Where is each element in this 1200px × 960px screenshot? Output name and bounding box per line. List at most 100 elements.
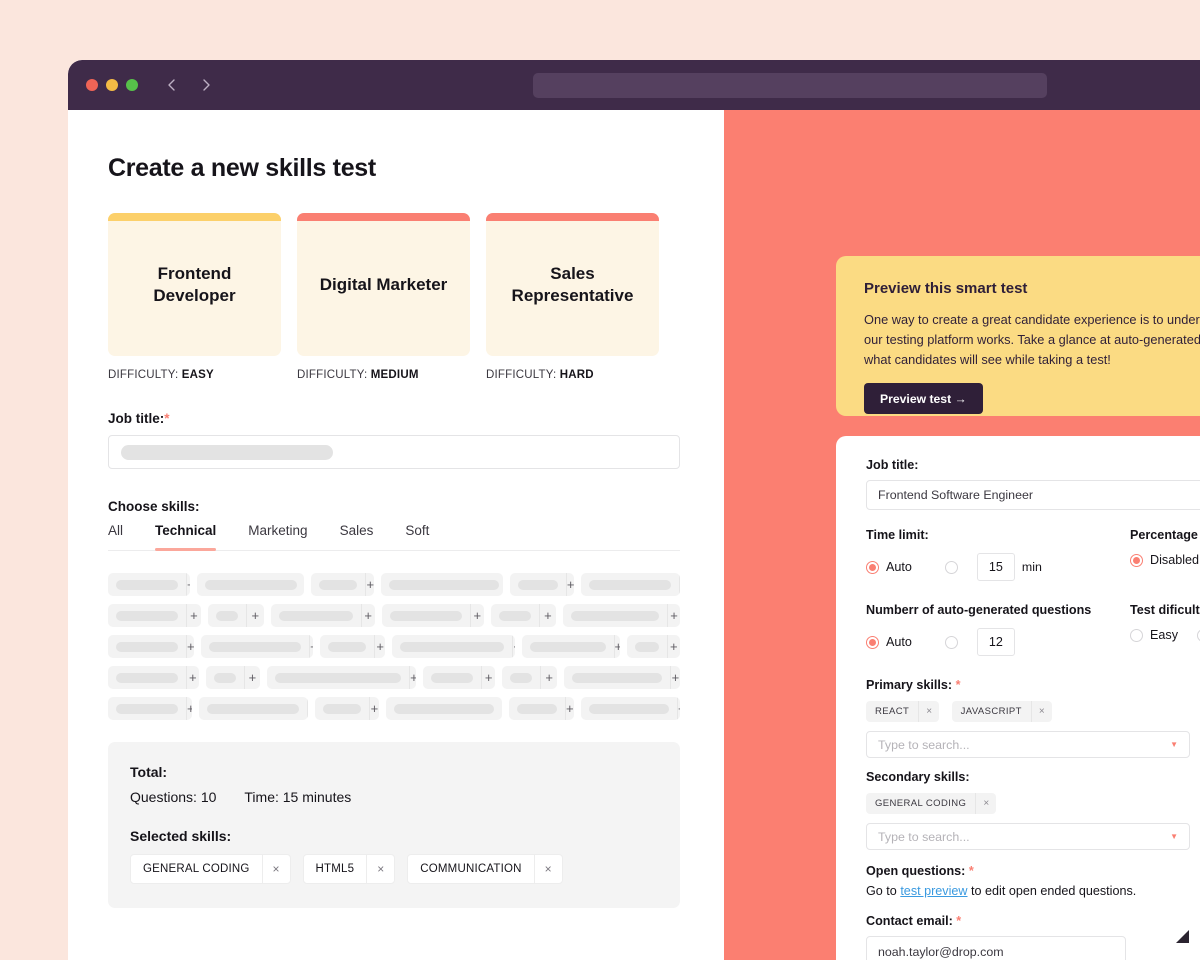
contact-email-input[interactable]: noah.taylor@drop.com (866, 936, 1126, 960)
add-skill-icon[interactable]: + (409, 666, 416, 689)
add-skill-icon[interactable]: + (186, 666, 199, 689)
time-limit-value-input[interactable]: 15 (977, 553, 1015, 581)
skill-placeholder-pill[interactable]: + (108, 666, 199, 689)
add-skill-icon[interactable]: + (614, 635, 620, 658)
role-card-body[interactable]: Digital Marketer (297, 213, 470, 356)
skill-placeholder-pill[interactable]: + (522, 635, 620, 658)
add-skill-icon[interactable]: + (667, 635, 680, 658)
add-skill-icon[interactable]: + (566, 573, 574, 596)
time-limit-custom-radio[interactable] (945, 561, 958, 574)
secondary-skill-chip[interactable]: GENERAL CODING × (866, 793, 996, 814)
skill-placeholder-pill[interactable]: + (502, 666, 556, 689)
skill-placeholder-pill[interactable]: + (271, 604, 375, 627)
primary-skill-chip[interactable]: REACT × (866, 701, 939, 722)
add-skill-icon[interactable]: + (186, 604, 201, 627)
chevron-down-icon[interactable]: ▼ (1170, 832, 1178, 841)
skill-placeholder-pill[interactable]: + (627, 635, 680, 658)
tab-marketing[interactable]: Marketing (248, 523, 307, 550)
skill-placeholder-pill[interactable]: + (510, 573, 574, 596)
skill-placeholder-pill[interactable]: + (206, 666, 260, 689)
add-skill-icon[interactable]: + (667, 604, 680, 627)
add-skill-icon[interactable]: + (679, 573, 680, 596)
selected-skill-chip[interactable]: COMMUNICATION × (407, 854, 562, 884)
add-skill-icon[interactable]: + (565, 697, 574, 720)
add-skill-icon[interactable]: + (470, 604, 484, 627)
role-card-digital-marketer[interactable]: Digital Marketer DIFFICULTY: MEDIUM (297, 213, 470, 381)
minimize-window-icon[interactable] (106, 79, 118, 91)
skill-placeholder-pill[interactable]: + (201, 635, 313, 658)
role-card-sales-representative[interactable]: Sales Representative DIFFICULTY: HARD (486, 213, 659, 381)
test-preview-link[interactable]: test preview (900, 884, 967, 898)
preview-test-button[interactable]: Preview test → (864, 383, 983, 414)
auto-questions-value-input[interactable]: 12 (977, 628, 1015, 656)
skill-placeholder-pill[interactable]: + (381, 573, 503, 596)
close-window-icon[interactable] (86, 79, 98, 91)
skill-placeholder-pill[interactable]: + (315, 697, 379, 720)
skill-placeholder-pill[interactable]: + (581, 573, 680, 596)
remove-skill-icon[interactable]: × (1031, 701, 1052, 722)
add-skill-icon[interactable]: + (512, 635, 514, 658)
skill-placeholder-pill[interactable]: + (581, 697, 680, 720)
add-skill-icon[interactable]: + (186, 635, 194, 658)
add-skill-icon[interactable]: + (244, 666, 260, 689)
selected-skill-chip[interactable]: HTML5 × (303, 854, 396, 884)
add-skill-icon[interactable]: + (481, 666, 496, 689)
skill-placeholder-pill[interactable]: + (108, 697, 192, 720)
skill-placeholder-pill[interactable]: + (197, 573, 304, 596)
auto-questions-auto-radio[interactable] (866, 636, 879, 649)
difficulty-easy-radio[interactable] (1130, 629, 1143, 642)
skill-placeholder-pill[interactable]: + (563, 604, 680, 627)
form-job-title-input[interactable]: Frontend Software Engineer (866, 480, 1200, 510)
skill-placeholder-pill[interactable]: + (564, 666, 680, 689)
job-title-input[interactable] (108, 435, 680, 469)
skill-placeholder-pill[interactable]: + (108, 573, 190, 596)
role-card-body[interactable]: Frontend Developer (108, 213, 281, 356)
skill-placeholder-pill[interactable]: + (208, 604, 264, 627)
forward-chevron-icon[interactable] (198, 77, 214, 93)
skill-placeholder-pill[interactable]: + (509, 697, 574, 720)
add-skill-icon[interactable]: + (309, 635, 313, 658)
add-skill-icon[interactable]: + (307, 697, 308, 720)
auto-questions-custom-radio[interactable] (945, 636, 958, 649)
skill-placeholder-pill[interactable]: + (311, 573, 374, 596)
remove-skill-icon[interactable]: × (262, 854, 290, 884)
tab-technical[interactable]: Technical (155, 523, 216, 550)
percentage-disabled-radio[interactable] (1130, 554, 1143, 567)
skill-placeholder-pill[interactable]: + (382, 604, 484, 627)
remove-skill-icon[interactable]: × (975, 793, 996, 814)
address-bar[interactable] (533, 73, 1047, 98)
skill-placeholder-pill[interactable]: + (320, 635, 385, 658)
add-skill-icon[interactable]: + (540, 666, 556, 689)
time-limit-auto-radio[interactable] (866, 561, 879, 574)
skill-placeholder-pill[interactable]: + (267, 666, 416, 689)
add-skill-icon[interactable]: + (186, 697, 192, 720)
maximize-window-icon[interactable] (126, 79, 138, 91)
primary-skills-search-input[interactable]: Type to search... ▼ (866, 731, 1190, 758)
tab-sales[interactable]: Sales (340, 523, 374, 550)
add-skill-icon[interactable]: + (246, 604, 264, 627)
tab-all[interactable]: All (108, 523, 123, 550)
remove-skill-icon[interactable]: × (918, 701, 939, 722)
role-card-body[interactable]: Sales Representative (486, 213, 659, 356)
add-skill-icon[interactable]: + (361, 604, 375, 627)
skill-placeholder-pill[interactable]: + (108, 604, 201, 627)
secondary-skills-search-input[interactable]: Type to search... ▼ (866, 823, 1190, 850)
skill-placeholder-pill[interactable]: + (386, 697, 502, 720)
chevron-down-icon[interactable]: ▼ (1170, 740, 1178, 749)
remove-skill-icon[interactable]: × (366, 854, 394, 884)
add-skill-icon[interactable]: + (186, 573, 190, 596)
tab-soft[interactable]: Soft (405, 523, 429, 550)
add-skill-icon[interactable]: + (677, 697, 680, 720)
back-chevron-icon[interactable] (164, 77, 180, 93)
skill-placeholder-pill[interactable]: + (491, 604, 556, 627)
remove-skill-icon[interactable]: × (534, 854, 562, 884)
selected-skill-chip[interactable]: GENERAL CODING × (130, 854, 291, 884)
add-skill-icon[interactable]: + (670, 666, 680, 689)
skill-placeholder-pill[interactable]: + (423, 666, 496, 689)
skill-placeholder-pill[interactable]: + (108, 635, 194, 658)
skill-placeholder-pill[interactable]: + (199, 697, 308, 720)
add-skill-icon[interactable]: + (365, 573, 374, 596)
skill-placeholder-pill[interactable]: + (392, 635, 514, 658)
add-skill-icon[interactable]: + (374, 635, 385, 658)
role-card-frontend-developer[interactable]: Frontend Developer DIFFICULTY: EASY (108, 213, 281, 381)
